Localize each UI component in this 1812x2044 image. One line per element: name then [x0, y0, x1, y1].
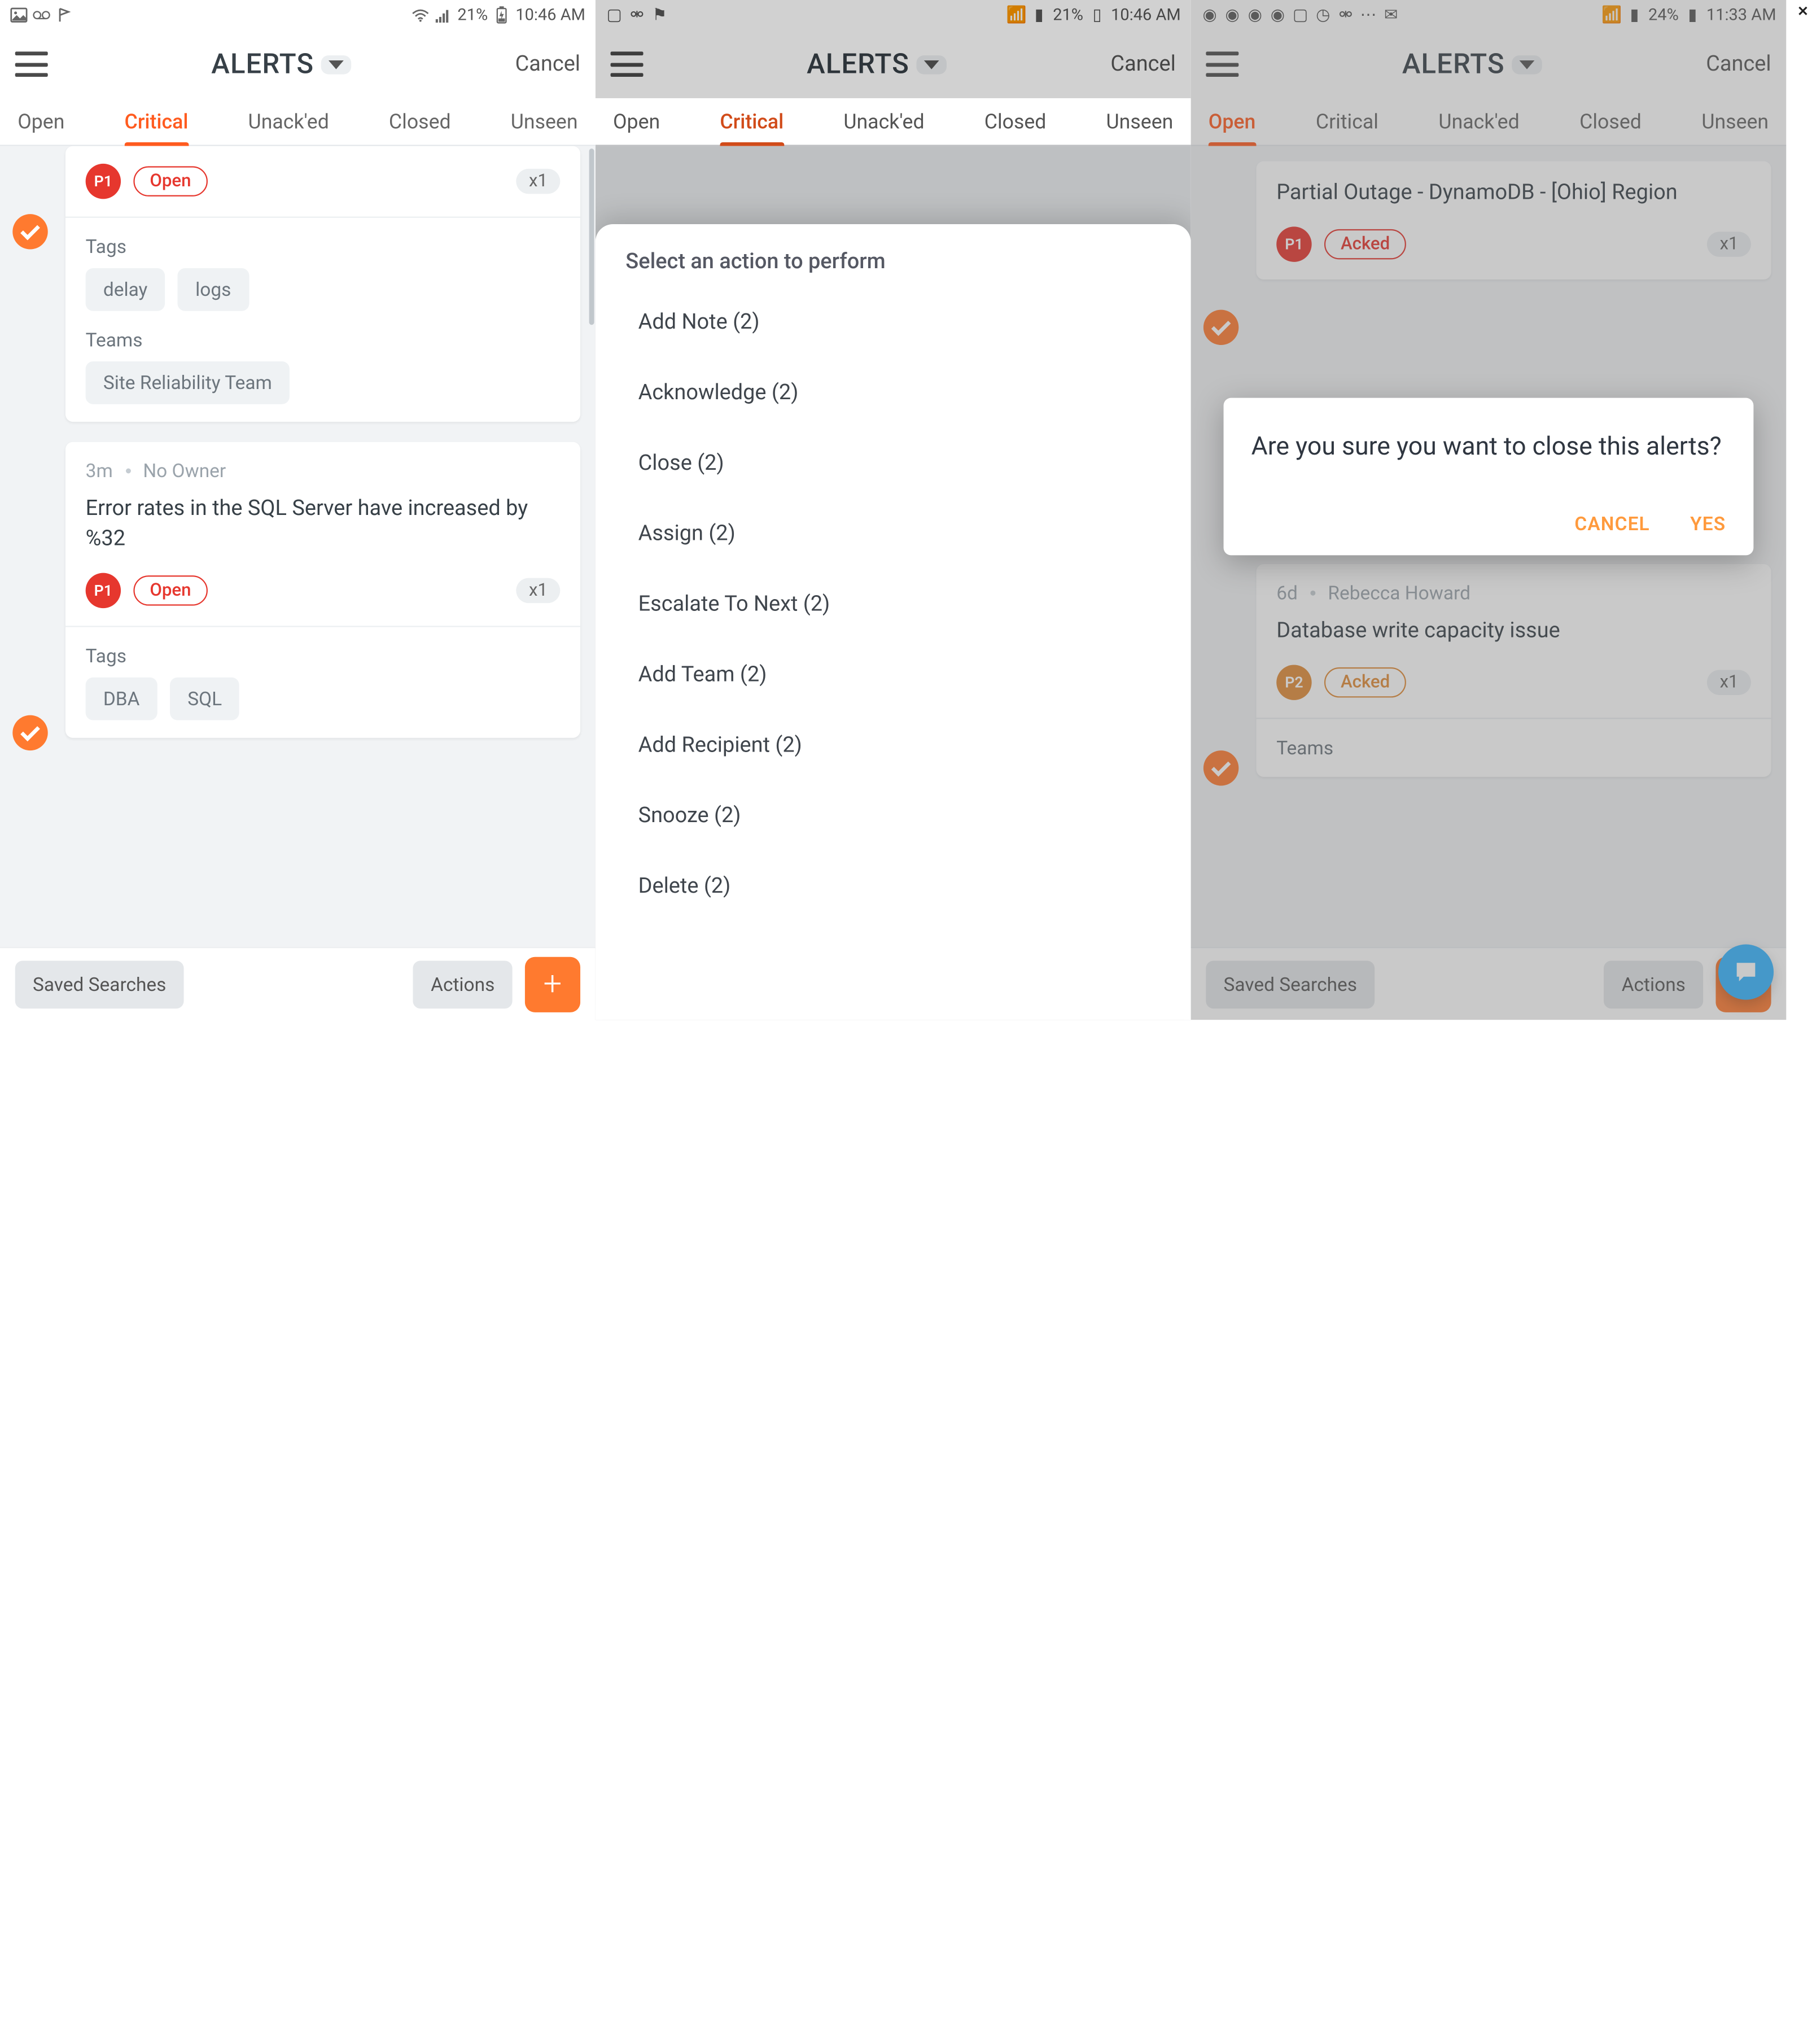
confirm-dialog: Are you sure you want to close this aler…	[1224, 398, 1754, 556]
action-delete[interactable]: Delete (2)	[596, 851, 1191, 921]
tag-chip[interactable]: SQL	[170, 677, 239, 720]
team-chip[interactable]: Site Reliability Team	[86, 361, 290, 404]
action-acknowledge[interactable]: Acknowledge (2)	[596, 357, 1191, 428]
app-header: ALERTS Cancel	[0, 30, 596, 98]
tab-critical[interactable]: Critical	[125, 110, 189, 133]
tab-critical[interactable]: Critical	[720, 110, 784, 133]
select-checkbox[interactable]	[12, 715, 47, 750]
priority-badge: P1	[86, 164, 121, 199]
cancel-button[interactable]: Cancel	[515, 51, 580, 77]
tab-open[interactable]: Open	[613, 110, 660, 133]
check-icon	[20, 721, 40, 741]
status-bar: ▢ ⚮ ⚑ 📶 ▮ 21% ▯ 10:46 AM	[596, 0, 1191, 30]
flag-icon: ⚑	[651, 6, 668, 24]
battery-icon	[493, 6, 510, 24]
page-title: ALERTS	[807, 49, 909, 80]
wifi-icon: 📶	[1008, 6, 1025, 24]
dropdown-toggle[interactable]	[322, 55, 352, 73]
page-title: ALERTS	[211, 49, 314, 80]
dialog-message: Are you sure you want to close this aler…	[1251, 428, 1726, 465]
status-pill: Open	[133, 575, 207, 605]
voicemail-icon: ⚮	[628, 6, 646, 24]
app-header: ALERTS Cancel	[596, 30, 1191, 98]
tab-unacked[interactable]: Unack'ed	[248, 110, 329, 133]
status-pill: Open	[133, 166, 207, 196]
battery-icon: ▯	[1088, 6, 1106, 24]
screen-3: ◉ ◉ ◉ ◉ ▢ ◷ ⚮ ⋯ ✉ 📶 ▮ 24% ▮ 11:33 AM ALE…	[1191, 0, 1787, 1020]
saved-searches-button[interactable]: Saved Searches	[15, 960, 184, 1008]
sheet-title: Select an action to perform	[596, 250, 1191, 287]
close-icon[interactable]: ✕	[1797, 3, 1809, 19]
actions-button[interactable]: Actions	[413, 960, 513, 1008]
page-title-wrap[interactable]: ALERTS	[211, 49, 352, 80]
tag-chip[interactable]: logs	[178, 268, 249, 311]
status-bar: 21% 10:46 AM	[0, 0, 596, 30]
action-sheet: Select an action to perform Add Note (2)…	[596, 224, 1191, 1020]
action-assign[interactable]: Assign (2)	[596, 499, 1191, 569]
action-escalate[interactable]: Escalate To Next (2)	[596, 569, 1191, 640]
battery-percent: 21%	[1053, 6, 1083, 24]
action-snooze[interactable]: Snooze (2)	[596, 781, 1191, 851]
signal-icon: ▮	[1030, 6, 1048, 24]
tab-closed[interactable]: Closed	[984, 110, 1047, 133]
image-icon: ▢	[606, 6, 623, 24]
dropdown-toggle[interactable]	[917, 55, 947, 73]
tab-open[interactable]: Open	[17, 110, 64, 133]
flag-icon	[55, 6, 73, 24]
tags-label: Tags	[86, 644, 561, 667]
dot-separator	[125, 469, 130, 474]
action-add-recipient[interactable]: Add Recipient (2)	[596, 710, 1191, 781]
scrollbar-thumb[interactable]	[589, 149, 594, 325]
priority-badge: P1	[86, 573, 121, 608]
clock-text: 10:46 AM	[1111, 6, 1181, 24]
menu-icon[interactable]	[15, 51, 48, 77]
alert-list[interactable]: P1 Open x1 Tags delay logs Teams Site Re…	[0, 146, 596, 1020]
dialog-cancel-button[interactable]: CANCEL	[1574, 513, 1649, 535]
teams-label: Teams	[86, 329, 561, 351]
tag-chip[interactable]: DBA	[86, 677, 157, 720]
check-icon	[20, 220, 40, 240]
alert-title: Error rates in the SQL Server have incre…	[86, 495, 561, 554]
select-checkbox[interactable]	[12, 214, 47, 249]
signal-icon	[435, 6, 452, 24]
tab-bar: Open Critical Unack'ed Closed Unseen	[0, 98, 596, 146]
chevron-down-icon	[925, 60, 940, 69]
dialog-yes-button[interactable]: YES	[1690, 513, 1726, 535]
alert-owner: No Owner	[143, 460, 226, 482]
wifi-icon	[412, 6, 430, 24]
chevron-down-icon	[329, 60, 344, 69]
bottom-bar: Saved Searches Actions +	[0, 947, 596, 1020]
clock-text: 10:46 AM	[515, 6, 585, 24]
tab-bar: Open Critical Unack'ed Closed Unseen	[596, 98, 1191, 146]
tab-unseen[interactable]: Unseen	[511, 110, 578, 133]
tab-closed[interactable]: Closed	[389, 110, 451, 133]
screen-1: 21% 10:46 AM ALERTS Cancel Open Critical…	[0, 0, 596, 1020]
alert-card[interactable]: 3m No Owner Error rates in the SQL Serve…	[65, 442, 580, 737]
tab-unacked[interactable]: Unack'ed	[843, 110, 924, 133]
tab-unseen[interactable]: Unseen	[1106, 110, 1174, 133]
action-add-team[interactable]: Add Team (2)	[596, 640, 1191, 710]
action-close[interactable]: Close (2)	[596, 428, 1191, 499]
battery-percent: 21%	[457, 6, 488, 24]
voicemail-icon	[33, 6, 50, 24]
page-title-wrap[interactable]: ALERTS	[807, 49, 947, 80]
alert-card[interactable]: P1 Open x1 Tags delay logs Teams Site Re…	[65, 146, 580, 422]
count-badge: x1	[517, 169, 561, 194]
count-badge: x1	[517, 578, 561, 603]
screen-2: ▢ ⚮ ⚑ 📶 ▮ 21% ▯ 10:46 AM ALERTS Cancel O…	[596, 0, 1191, 1020]
alert-age: 3m	[86, 460, 113, 482]
menu-icon[interactable]	[611, 51, 644, 77]
cancel-button[interactable]: Cancel	[1110, 51, 1175, 77]
tag-chip[interactable]: delay	[86, 268, 165, 311]
add-button[interactable]: +	[525, 957, 580, 1012]
tags-label: Tags	[86, 235, 561, 258]
plus-icon: +	[544, 968, 562, 1001]
action-add-note[interactable]: Add Note (2)	[596, 287, 1191, 357]
image-icon	[10, 6, 28, 24]
